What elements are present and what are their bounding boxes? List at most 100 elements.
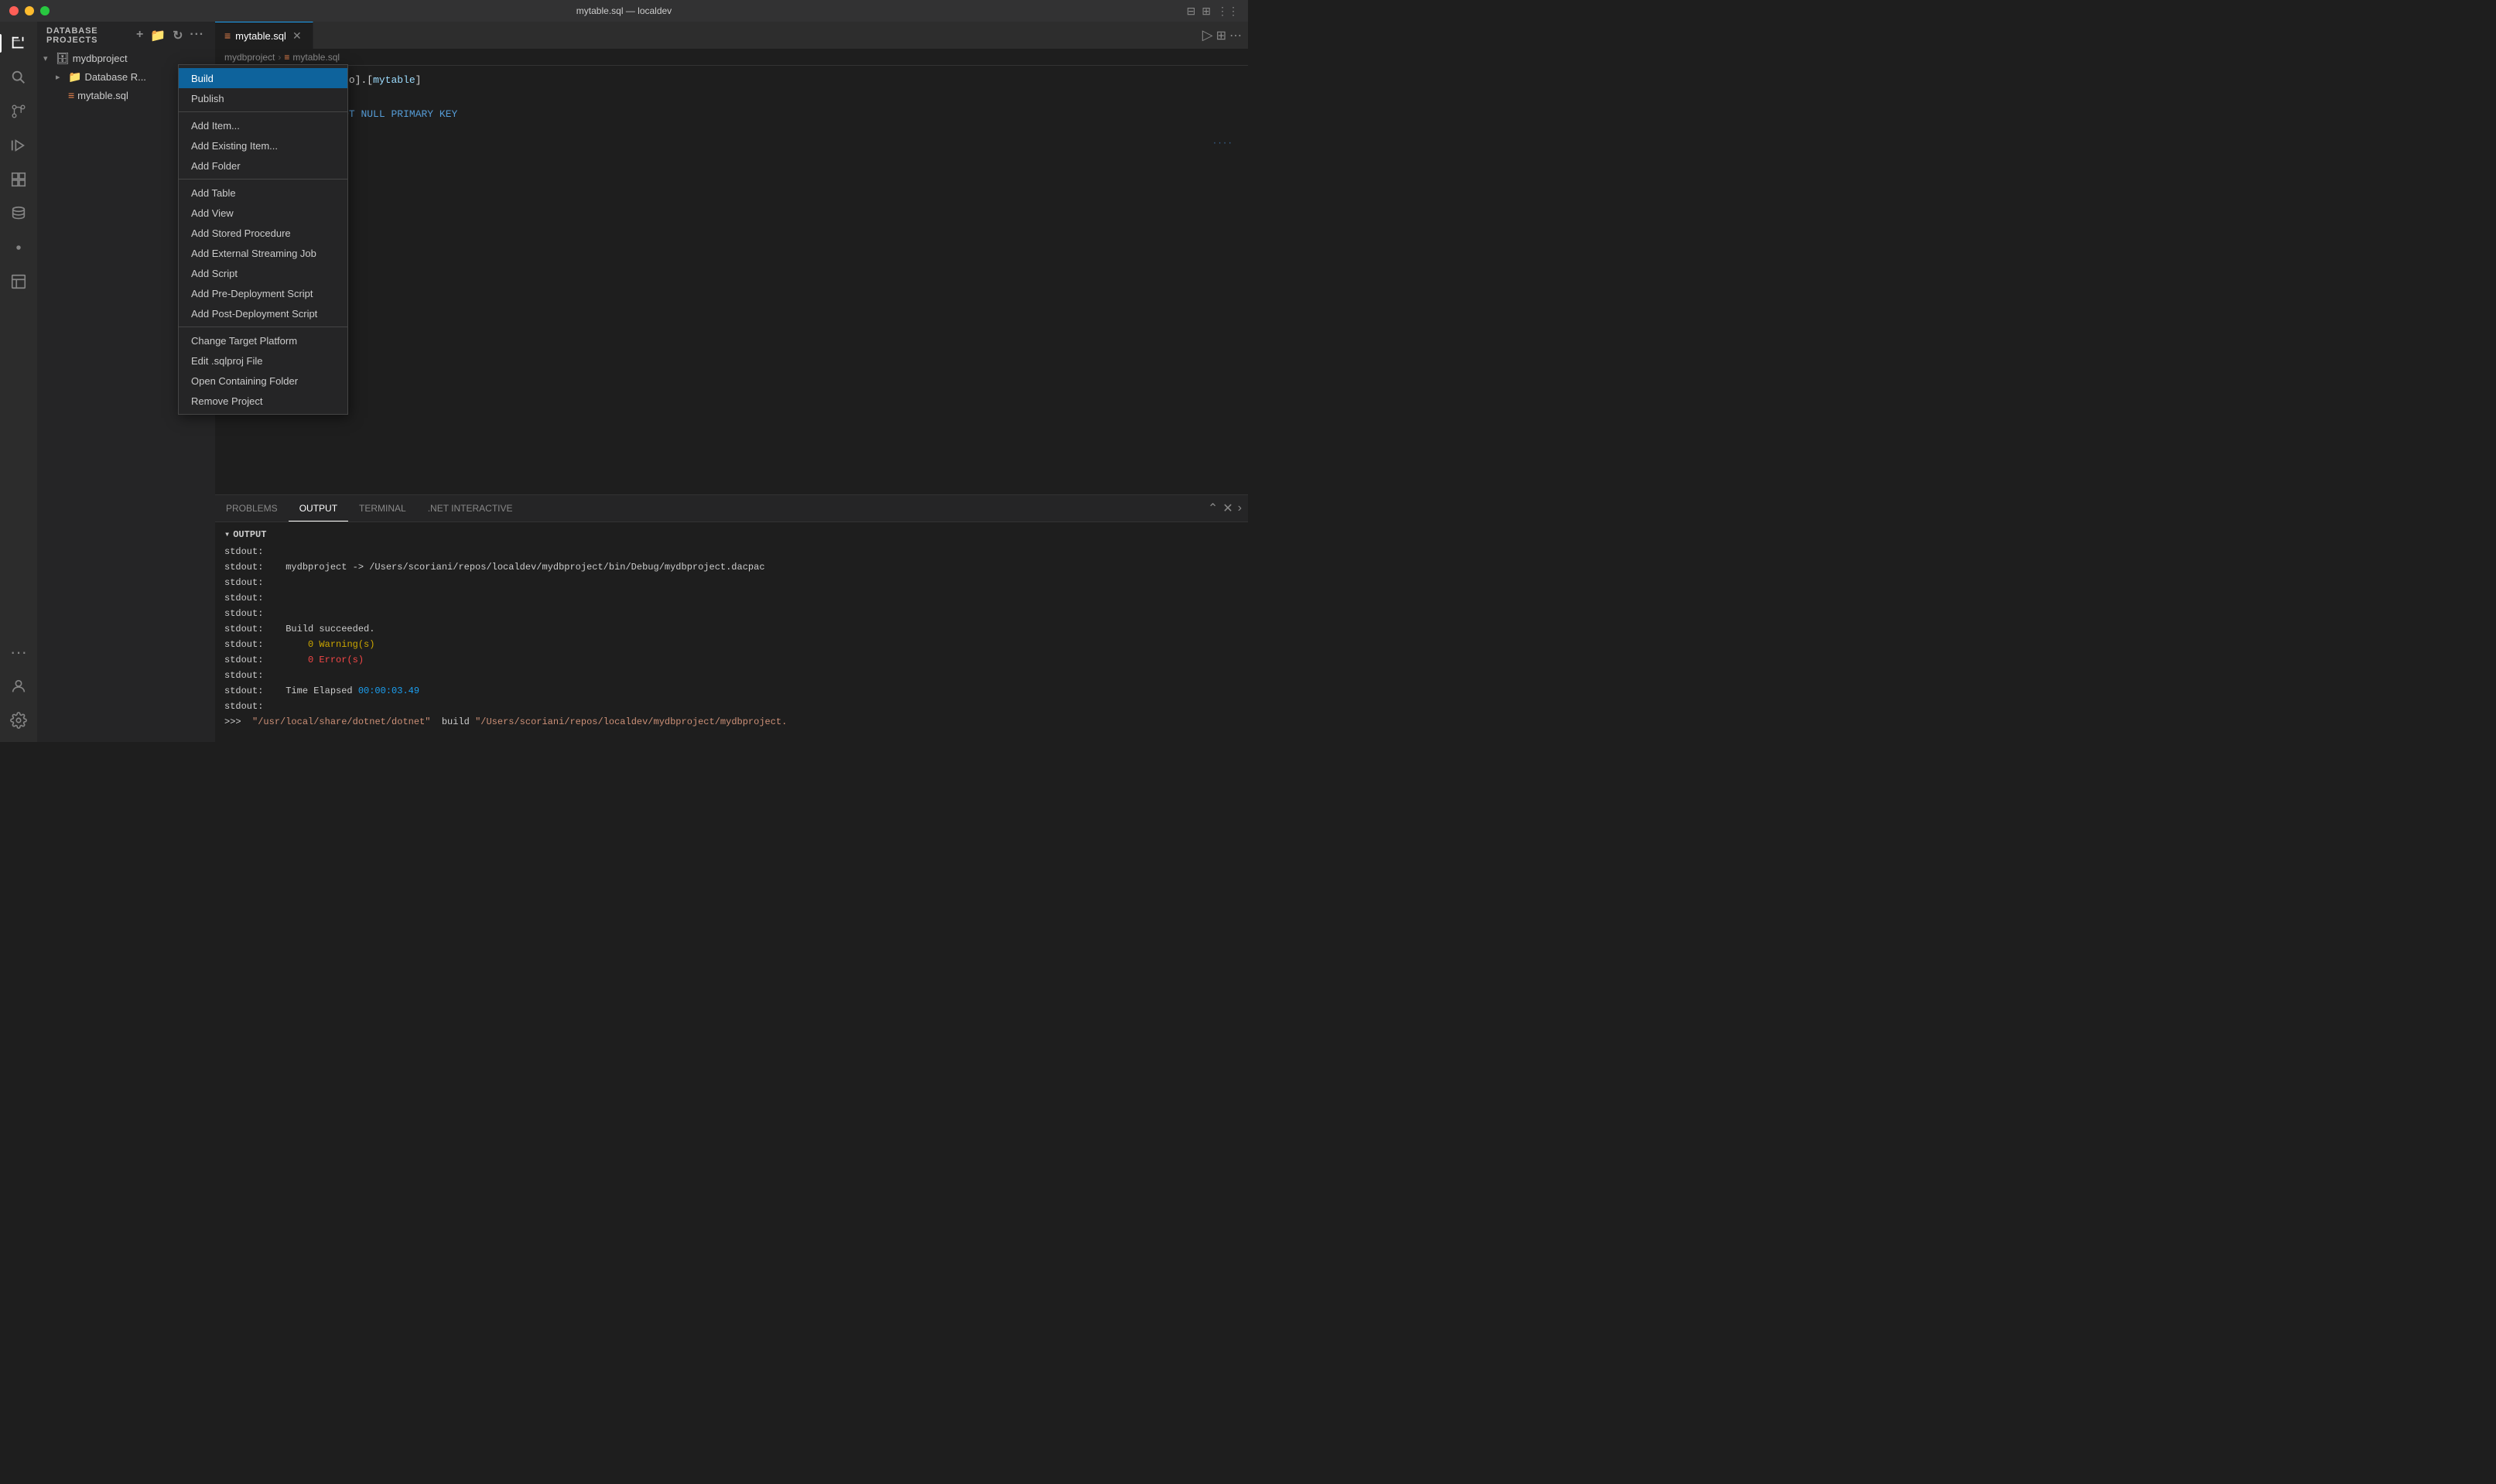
new-file-icon[interactable]: + bbox=[135, 26, 145, 45]
panel-tab-terminal[interactable]: TERMINAL bbox=[348, 495, 417, 521]
menu-item-add-stored-proc[interactable]: Add Stored Procedure bbox=[179, 223, 347, 243]
menu-separator-1 bbox=[179, 111, 347, 112]
code-line-3: [Id] INT NOT NULL PRIMARY KEY bbox=[252, 106, 1248, 123]
tab-bar-actions[interactable]: ▷ ⊞ ⋯ bbox=[1202, 22, 1248, 49]
run-icon[interactable]: ▷ bbox=[1202, 27, 1213, 43]
context-menu: Build Publish Add Item... Add Existing I… bbox=[178, 64, 348, 415]
chevron-down-icon: ▾ bbox=[43, 53, 56, 63]
menu-item-edit-sqlproj[interactable]: Edit .sqlproj File bbox=[179, 350, 347, 371]
titlebar: mytable.sql — localdev ⊟ ⊞ ⋮⋮ bbox=[0, 0, 1248, 22]
activity-pages[interactable] bbox=[3, 266, 34, 297]
window-title: mytable.sql — localdev bbox=[576, 5, 672, 16]
maximize-panel-icon[interactable]: ⌃ bbox=[1208, 501, 1218, 516]
open-folder-icon[interactable]: 📁 bbox=[149, 26, 168, 45]
menu-item-add-streaming-job[interactable]: Add External Streaming Job bbox=[179, 243, 347, 263]
split-editor-icon[interactable]: ⊞ bbox=[1202, 5, 1211, 18]
project-name-label: mydbproject bbox=[73, 53, 128, 64]
breadcrumb-file[interactable]: mytable.sql bbox=[292, 52, 340, 63]
panel-actions[interactable]: ⌃ ✕ › bbox=[1208, 495, 1248, 521]
close-panel-icon[interactable]: ✕ bbox=[1222, 501, 1233, 516]
code-content[interactable]: CREATE TABLE [dbo].[mytable] ( [Id] INT … bbox=[252, 66, 1248, 494]
menu-item-add-script[interactable]: Add Script bbox=[179, 263, 347, 283]
output-line-9: stdout: bbox=[224, 668, 1239, 683]
activity-bar: ··· bbox=[0, 22, 37, 742]
tab-mytable-sql[interactable]: ≡ mytable.sql ✕ bbox=[215, 22, 313, 49]
breadcrumb-project[interactable]: mydbproject bbox=[224, 52, 275, 63]
output-line-10: stdout: Time Elapsed 00:00:03.49 bbox=[224, 683, 1239, 699]
activity-account[interactable] bbox=[3, 671, 34, 702]
code-line-1: CREATE TABLE [dbo].[mytable] bbox=[252, 72, 1248, 89]
output-line-1: stdout: bbox=[224, 544, 1239, 559]
menu-item-add-item[interactable]: Add Item... bbox=[179, 115, 347, 135]
output-line-4: stdout: bbox=[224, 590, 1239, 606]
menu-item-add-folder[interactable]: Add Folder bbox=[179, 156, 347, 176]
menu-item-add-post-deploy[interactable]: Add Post-Deployment Script bbox=[179, 303, 347, 323]
chevron-right-icon: ▸ bbox=[56, 72, 68, 82]
panel-tab-net-interactive[interactable]: .NET INTERACTIVE bbox=[417, 495, 524, 521]
tab-bar: ≡ mytable.sql ✕ ▷ ⊞ ⋯ bbox=[215, 22, 1248, 49]
close-button[interactable] bbox=[9, 6, 19, 15]
breadcrumb: mydbproject › ≡ mytable.sql bbox=[215, 49, 1248, 66]
sql-file-icon: ≡ bbox=[68, 89, 74, 101]
panel-tab-output[interactable]: OUTPUT bbox=[289, 495, 348, 521]
output-line-3: stdout: bbox=[224, 575, 1239, 590]
mytable-sql-label: mytable.sql bbox=[77, 90, 128, 101]
panel-layout-icon[interactable]: ⊟ bbox=[1187, 5, 1196, 18]
more-actions-icon[interactable]: ⋮⋮ bbox=[1217, 5, 1239, 18]
output-section-header[interactable]: ▾ OUTPUT bbox=[224, 525, 1239, 544]
sidebar-actions[interactable]: + 📁 ↻ ··· bbox=[135, 26, 206, 45]
chevron-down-icon: ▾ bbox=[224, 527, 230, 542]
titlebar-right-controls[interactable]: ⊟ ⊞ ⋮⋮ bbox=[1187, 5, 1239, 18]
tab-label: mytable.sql bbox=[235, 30, 286, 42]
code-line-4: ) bbox=[252, 123, 1248, 140]
panel-tab-bar: PROBLEMS OUTPUT TERMINAL .NET INTERACTIV… bbox=[215, 495, 1248, 522]
menu-item-add-existing[interactable]: Add Existing Item... bbox=[179, 135, 347, 156]
tab-close-button[interactable]: ✕ bbox=[291, 29, 303, 42]
menu-item-add-pre-deploy[interactable]: Add Pre-Deployment Script bbox=[179, 283, 347, 303]
code-line-2: ( bbox=[252, 89, 1248, 106]
activity-extensions[interactable] bbox=[3, 164, 34, 195]
window-controls[interactable] bbox=[9, 6, 50, 15]
activity-source-control[interactable] bbox=[3, 96, 34, 127]
activity-run-debug[interactable] bbox=[3, 130, 34, 161]
refresh-icon[interactable]: ↻ bbox=[171, 26, 185, 45]
menu-item-publish[interactable]: Publish bbox=[179, 88, 347, 108]
output-line-6: stdout: Build succeeded. bbox=[224, 621, 1239, 637]
database-folder-label: Database R... bbox=[84, 71, 146, 83]
activity-explorer[interactable] bbox=[3, 28, 34, 59]
menu-item-open-folder[interactable]: Open Containing Folder bbox=[179, 371, 347, 391]
split-editor-icon[interactable]: ⊞ bbox=[1216, 28, 1226, 43]
activity-more[interactable]: ··· bbox=[3, 637, 34, 668]
menu-separator-2 bbox=[179, 179, 347, 180]
minimize-button[interactable] bbox=[25, 6, 34, 15]
menu-item-remove-project[interactable]: Remove Project bbox=[179, 391, 347, 411]
activity-settings[interactable] bbox=[3, 705, 34, 736]
output-line-5: stdout: bbox=[224, 606, 1239, 621]
output-line-12: >>> "/usr/local/share/dotnet/dotnet" bui… bbox=[224, 714, 1239, 730]
maximize-button[interactable] bbox=[40, 6, 50, 15]
menu-item-add-table[interactable]: Add Table bbox=[179, 183, 347, 203]
code-line-5 bbox=[252, 140, 1248, 157]
output-line-11: stdout: bbox=[224, 699, 1239, 714]
sql-tab-icon: ≡ bbox=[224, 29, 231, 42]
panel-more-icon[interactable]: › bbox=[1238, 501, 1242, 515]
menu-item-change-platform[interactable]: Change Target Platform bbox=[179, 330, 347, 350]
activity-database[interactable] bbox=[3, 198, 34, 229]
output-label: OUTPUT bbox=[233, 527, 266, 542]
project-icon: 🗄 bbox=[56, 52, 70, 65]
panel-tab-problems[interactable]: PROBLEMS bbox=[215, 495, 289, 521]
more-options-icon[interactable]: ··· bbox=[188, 26, 206, 45]
editor-area: ≡ mytable.sql ✕ ▷ ⊞ ⋯ mydbproject › ≡ my… bbox=[215, 22, 1248, 742]
output-line-7: stdout: 0 Warning(s) bbox=[224, 637, 1239, 652]
panel-output-content: ▾ OUTPUT stdout: stdout: mydbproject -> … bbox=[215, 522, 1248, 742]
more-tab-actions-icon[interactable]: ⋯ bbox=[1229, 28, 1242, 43]
breadcrumb-sql-icon: ≡ bbox=[284, 52, 289, 63]
code-hint: ···· bbox=[1212, 139, 1233, 149]
menu-item-build[interactable]: Build bbox=[179, 68, 347, 88]
breadcrumb-separator: › bbox=[278, 52, 281, 63]
activity-git[interactable] bbox=[3, 232, 34, 263]
activity-search[interactable] bbox=[3, 62, 34, 93]
code-editor[interactable]: 1 2 3 4 5 CREATE TABLE [dbo].[mytable] (… bbox=[215, 66, 1248, 494]
menu-item-add-view[interactable]: Add View bbox=[179, 203, 347, 223]
sidebar-header: DATABASE PROJECTS + 📁 ↻ ··· bbox=[37, 22, 215, 49]
